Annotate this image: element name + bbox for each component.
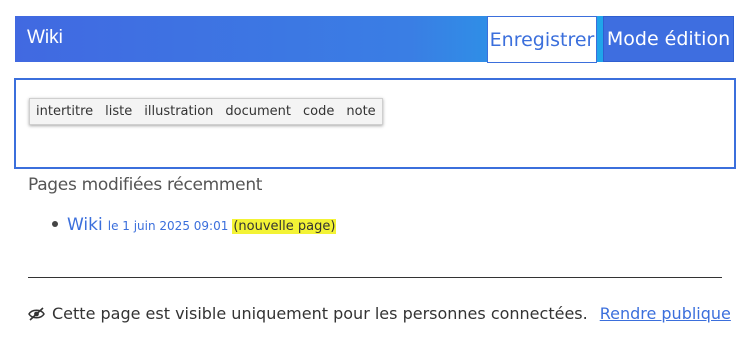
list-item: Wiki le 1 juin 2025 09:01 (nouvelle page… bbox=[52, 215, 337, 235]
recent-pages-list: Wiki le 1 juin 2025 09:01 (nouvelle page… bbox=[52, 215, 337, 235]
recent-pages-heading: Pages modifiées récemment bbox=[28, 175, 263, 195]
divider bbox=[28, 277, 722, 278]
toolbar-item-liste[interactable]: liste bbox=[99, 99, 138, 124]
make-public-link[interactable]: Rendre publique bbox=[600, 304, 731, 323]
edit-mode-button[interactable]: Mode édition bbox=[603, 16, 734, 62]
toolbar-item-intertitre[interactable]: intertitre bbox=[30, 99, 99, 124]
recent-page-link[interactable]: Wiki bbox=[67, 215, 103, 235]
new-page-badge: (nouvelle page) bbox=[232, 219, 337, 234]
visibility-notice: Cette page est visible uniquement pour l… bbox=[28, 304, 731, 323]
bullet-icon bbox=[52, 221, 58, 227]
save-button[interactable]: Enregistrer bbox=[487, 16, 597, 63]
toolbar-item-illustration[interactable]: illustration bbox=[138, 99, 219, 124]
toolbar-item-code[interactable]: code bbox=[297, 99, 340, 124]
editor-toolbar: intertitre liste illustration document c… bbox=[29, 98, 383, 125]
eye-slash-icon bbox=[28, 306, 45, 321]
recent-page-date: le 1 juin 2025 09:01 bbox=[107, 219, 229, 233]
page-title: Wiki bbox=[27, 27, 63, 48]
wiki-header: Wiki Enregistrer Mode édition bbox=[15, 16, 734, 63]
toolbar-item-note[interactable]: note bbox=[340, 99, 381, 124]
editor-area[interactable]: intertitre liste illustration document c… bbox=[14, 78, 736, 169]
visibility-text: Cette page est visible uniquement pour l… bbox=[52, 304, 588, 323]
toolbar-item-document[interactable]: document bbox=[219, 99, 297, 124]
